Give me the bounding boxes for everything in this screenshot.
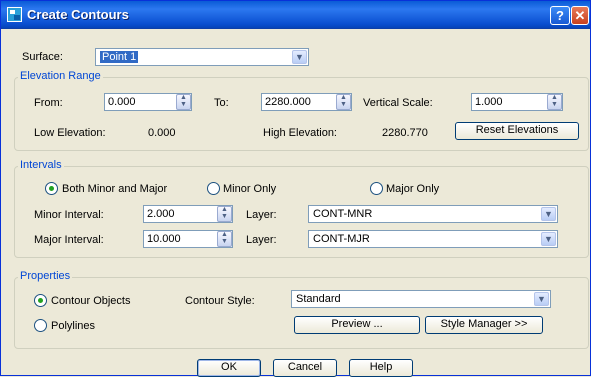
vertical-scale-label: Vertical Scale: bbox=[363, 97, 433, 109]
surface-value: Point 1 bbox=[100, 51, 139, 63]
minor-layer-label: Layer: bbox=[246, 209, 277, 221]
chevron-down-icon[interactable]: ▼ bbox=[541, 207, 556, 221]
elevation-range-title: Elevation Range bbox=[18, 70, 103, 82]
to-label: To: bbox=[214, 97, 229, 109]
major-layer-value: CONT-MJR bbox=[313, 233, 370, 245]
major-interval-label: Major Interval: bbox=[34, 234, 104, 246]
window-title: Create Contours bbox=[27, 7, 129, 22]
contour-objects-radio[interactable] bbox=[34, 294, 47, 307]
high-elevation-label: High Elevation: bbox=[263, 127, 337, 139]
intervals-title: Intervals bbox=[18, 159, 64, 171]
surface-dropdown[interactable]: Point 1 ▼ bbox=[95, 48, 309, 66]
minor-interval-label: Minor Interval: bbox=[34, 209, 104, 221]
contour-style-label: Contour Style: bbox=[185, 295, 255, 307]
minor-layer-value: CONT-MNR bbox=[313, 208, 373, 220]
vertical-scale-spinner[interactable]: ▲ ▼ bbox=[547, 94, 562, 110]
contour-style-dropdown[interactable]: Standard ▼ bbox=[291, 290, 551, 308]
close-icon[interactable]: ✕ bbox=[571, 6, 589, 25]
minor-only-radio[interactable] bbox=[207, 182, 220, 195]
chevron-down-icon[interactable]: ▼ bbox=[534, 292, 549, 306]
low-elevation-value: 0.000 bbox=[148, 127, 176, 139]
create-contours-dialog: Create Contours ? ✕ Surface: Point 1 ▼ E… bbox=[0, 0, 591, 377]
help-button[interactable]: Help bbox=[349, 359, 413, 377]
to-spinner[interactable]: ▲ ▼ bbox=[336, 94, 351, 110]
properties-group bbox=[14, 277, 589, 349]
style-manager-button[interactable]: Style Manager >> bbox=[425, 316, 543, 334]
title-bar[interactable]: Create Contours ? ✕ bbox=[1, 1, 590, 29]
from-spinner[interactable]: ▲ ▼ bbox=[176, 94, 191, 110]
both-minor-major-label[interactable]: Both Minor and Major bbox=[62, 183, 167, 195]
chevron-down-icon[interactable]: ▼ bbox=[541, 232, 556, 246]
major-only-radio[interactable] bbox=[370, 182, 383, 195]
properties-title: Properties bbox=[18, 270, 73, 282]
high-elevation-value: 2280.770 bbox=[382, 127, 428, 139]
polylines-label[interactable]: Polylines bbox=[51, 320, 95, 332]
contour-style-value: Standard bbox=[296, 293, 341, 305]
low-elevation-label: Low Elevation: bbox=[34, 127, 106, 139]
minor-only-label[interactable]: Minor Only bbox=[223, 183, 276, 195]
contour-objects-label[interactable]: Contour Objects bbox=[51, 295, 130, 307]
preview-button[interactable]: Preview ... bbox=[294, 316, 420, 334]
surface-label: Surface: bbox=[22, 51, 63, 63]
minor-interval-spinner[interactable]: ▲ ▼ bbox=[217, 206, 232, 222]
app-icon bbox=[7, 7, 22, 22]
polylines-radio[interactable] bbox=[34, 319, 47, 332]
reset-elevations-button[interactable]: Reset Elevations bbox=[455, 122, 579, 140]
major-layer-label: Layer: bbox=[246, 234, 277, 246]
major-interval-spinner[interactable]: ▲ ▼ bbox=[217, 231, 232, 247]
major-layer-dropdown[interactable]: CONT-MJR ▼ bbox=[308, 230, 558, 248]
from-label: From: bbox=[34, 97, 63, 109]
minor-layer-dropdown[interactable]: CONT-MNR ▼ bbox=[308, 205, 558, 223]
ok-button[interactable]: OK bbox=[197, 359, 261, 377]
help-title-button[interactable]: ? bbox=[550, 6, 570, 25]
chevron-down-icon[interactable]: ▼ bbox=[292, 50, 307, 64]
major-only-label[interactable]: Major Only bbox=[386, 183, 439, 195]
both-minor-major-radio[interactable] bbox=[45, 182, 58, 195]
cancel-button[interactable]: Cancel bbox=[273, 359, 337, 377]
